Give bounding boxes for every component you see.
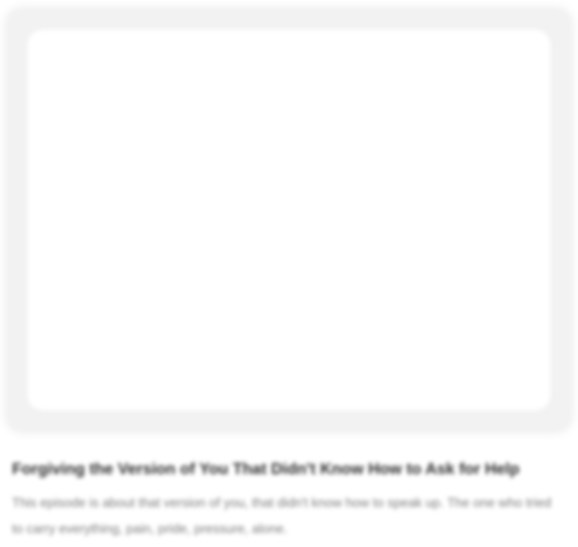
episode-artwork-card[interactable] [6, 8, 572, 432]
episode-title[interactable]: Forgiving the Version of You That Didn't… [12, 458, 562, 482]
episode-page: Forgiving the Version of You That Didn't… [0, 0, 578, 547]
episode-info: Forgiving the Version of You That Didn't… [12, 458, 562, 542]
episode-artwork[interactable] [28, 30, 550, 410]
episode-description: This episode is about that version of yo… [12, 495, 552, 536]
